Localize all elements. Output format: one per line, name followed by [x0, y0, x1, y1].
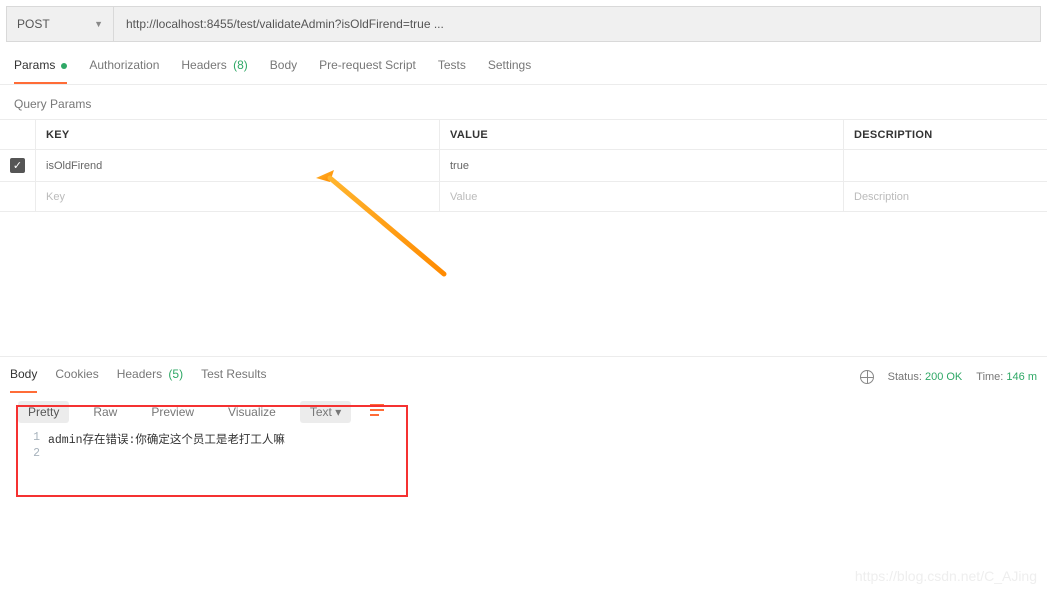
request-url-input[interactable]: http://localhost:8455/test/validateAdmin…: [114, 6, 1041, 42]
param-value-placeholder[interactable]: Value: [440, 182, 844, 211]
chevron-down-icon: ▼: [94, 19, 103, 29]
status-value: 200 OK: [925, 371, 962, 383]
line-text: admin存在错误:你确定这个员工是老打工人嘛: [48, 431, 285, 447]
resp-tab-body[interactable]: Body: [10, 367, 37, 393]
param-value[interactable]: true: [440, 150, 844, 181]
tab-settings[interactable]: Settings: [488, 58, 531, 84]
param-desc-placeholder[interactable]: Description: [844, 182, 1047, 211]
col-key: KEY: [36, 120, 440, 149]
param-key-placeholder[interactable]: Key: [36, 182, 440, 211]
row-checkbox[interactable]: ✓: [10, 158, 25, 173]
resp-tab-headers[interactable]: Headers (5): [117, 367, 183, 393]
table-row[interactable]: ✓ isOldFirend true: [0, 150, 1047, 182]
tab-headers[interactable]: Headers (8): [181, 58, 247, 84]
resp-tab-cookies[interactable]: Cookies: [55, 367, 98, 393]
time-value: 146 m: [1006, 371, 1037, 383]
http-method-label: POST: [17, 17, 50, 31]
response-line: 1 admin存在错误:你确定这个员工是老打工人嘛: [18, 431, 406, 447]
table-row-empty[interactable]: Key Value Description: [0, 182, 1047, 212]
tab-headers-count: (8): [233, 58, 248, 72]
time-label: Time:: [976, 371, 1003, 383]
param-key[interactable]: isOldFirend: [36, 150, 440, 181]
params-header-row: KEY VALUE DESCRIPTION: [0, 120, 1047, 150]
tab-params[interactable]: Params: [14, 58, 67, 84]
params-table: KEY VALUE DESCRIPTION ✓ isOldFirend true…: [0, 119, 1047, 212]
col-description: DESCRIPTION: [844, 120, 1047, 149]
watermark: https://blog.csdn.net/C_AJing: [855, 568, 1037, 584]
tab-tests[interactable]: Tests: [438, 58, 466, 84]
status-label: Status:: [888, 371, 922, 383]
tab-authorization[interactable]: Authorization: [89, 58, 159, 84]
request-url-text: http://localhost:8455/test/validateAdmin…: [126, 17, 444, 31]
query-params-title: Query Params: [0, 85, 1047, 119]
col-value: VALUE: [440, 120, 844, 149]
resp-tab-headers-label: Headers: [117, 367, 162, 381]
tab-prerequest[interactable]: Pre-request Script: [319, 58, 416, 84]
resp-tab-tests[interactable]: Test Results: [201, 367, 266, 393]
response-line: 2: [18, 447, 406, 460]
line-number: 2: [18, 447, 48, 460]
tab-headers-label: Headers: [181, 58, 226, 72]
resp-tab-headers-count: (5): [168, 367, 183, 381]
param-desc[interactable]: [844, 150, 1047, 181]
http-method-select[interactable]: POST ▼: [6, 6, 114, 42]
tab-body[interactable]: Body: [270, 58, 297, 84]
line-number: 1: [18, 431, 48, 447]
globe-icon[interactable]: [860, 370, 874, 384]
response-body-highlight: 1 admin存在错误:你确定这个员工是老打工人嘛 2: [16, 405, 408, 497]
